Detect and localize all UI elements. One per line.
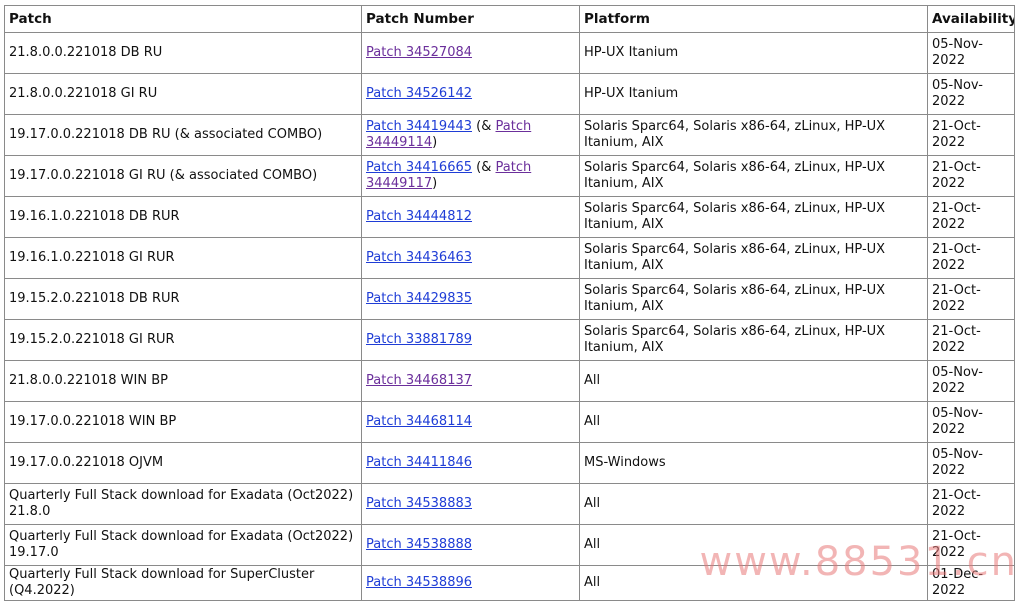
cell-patch-number: Patch 34538883 xyxy=(361,483,580,525)
table-row: 21.8.0.0.221018 GI RU Patch 34526142 HP-UX… xyxy=(4,73,1015,115)
patch-link[interactable]: Patch 34419443 xyxy=(366,119,472,134)
cell-patch-number: Patch 34538896 xyxy=(361,565,580,601)
cell-availability: 21-Oct-2022 xyxy=(927,196,1015,238)
cell-patch-number: Patch 34416665 (& Patch 34449117) xyxy=(361,155,580,197)
table-row: 19.17.0.0.221018 GI RU (& associated COM… xyxy=(4,155,1015,197)
table-row: Quarterly Full Stack download for Exadat… xyxy=(4,524,1015,566)
header-availability: Availability xyxy=(927,5,1015,33)
cell-platform: All xyxy=(579,360,928,402)
cell-patch-number: Patch 34444812 xyxy=(361,196,580,238)
table-row: 19.17.0.0.221018 WIN BP Patch 34468114 All… xyxy=(4,401,1015,443)
cell-patch: 21.8.0.0.221018 WIN BP xyxy=(4,360,362,402)
cell-availability: 21-Oct-2022 xyxy=(927,278,1015,320)
cell-availability: 21-Oct-2022 xyxy=(927,237,1015,279)
table-row: 21.8.0.0.221018 WIN BP Patch 34468137 All 0… xyxy=(4,360,1015,402)
cell-patch-number: Patch 34436463 xyxy=(361,237,580,279)
header-patch: Patch xyxy=(4,5,362,33)
patch-link[interactable]: Patch 34538888 xyxy=(366,537,472,552)
patch-link[interactable]: Patch 34538896 xyxy=(366,575,472,590)
patch-link-separator: (& xyxy=(472,119,496,134)
cell-patch-number: Patch 34538888 xyxy=(361,524,580,566)
cell-availability: 01-Dec-2022 xyxy=(927,565,1015,601)
header-row: Patch Patch Number Platform Availability xyxy=(4,5,1015,33)
cell-platform: Solaris Sparc64, Solaris x86-64, zLinux,… xyxy=(579,319,928,361)
cell-patch: Quarterly Full Stack download for Exadat… xyxy=(4,483,362,525)
cell-availability: 21-Oct-2022 xyxy=(927,155,1015,197)
cell-availability: 05-Nov-2022 xyxy=(927,32,1015,74)
cell-platform: HP-UX Itanium xyxy=(579,73,928,115)
cell-availability: 05-Nov-2022 xyxy=(927,401,1015,443)
table-body: 21.8.0.0.221018 DB RU Patch 34527084 HP-UX… xyxy=(4,32,1015,601)
cell-platform: All xyxy=(579,524,928,566)
table-row: Quarterly Full Stack download for Exadat… xyxy=(4,483,1015,525)
cell-patch: 21.8.0.0.221018 GI RU xyxy=(4,73,362,115)
table-row: 19.15.2.0.221018 GI RUR Patch 33881789 Sol… xyxy=(4,319,1015,361)
patch-link[interactable]: Patch 33881789 xyxy=(366,332,472,347)
header-platform: Platform xyxy=(579,5,928,33)
patch-link[interactable]: Patch 34429835 xyxy=(366,291,472,306)
cell-patch: 19.17.0.0.221018 GI RU (& associated COM… xyxy=(4,155,362,197)
cell-patch-number: Patch 34429835 xyxy=(361,278,580,320)
patch-link-separator: (& xyxy=(472,160,496,175)
cell-patch: Quarterly Full Stack download for Exadat… xyxy=(4,524,362,566)
table-row: 19.16.1.0.221018 GI RUR Patch 34436463 Sol… xyxy=(4,237,1015,279)
cell-availability: 05-Nov-2022 xyxy=(927,73,1015,115)
patch-link[interactable]: Patch 34468137 xyxy=(366,373,472,388)
patch-link-close: ) xyxy=(432,135,438,150)
cell-availability: 05-Nov-2022 xyxy=(927,442,1015,484)
patch-link[interactable]: Patch 34527084 xyxy=(366,45,472,60)
cell-patch: 19.15.2.0.221018 GI RUR xyxy=(4,319,362,361)
cell-availability: 05-Nov-2022 xyxy=(927,360,1015,402)
table-row: 19.17.0.0.221018 OJVM Patch 34411846 MS-Wi… xyxy=(4,442,1015,484)
cell-patch: 19.17.0.0.221018 OJVM xyxy=(4,442,362,484)
cell-platform: Solaris Sparc64, Solaris x86-64, zLinux,… xyxy=(579,278,928,320)
cell-availability: 21-Oct-2022 xyxy=(927,114,1015,156)
header-patch-number: Patch Number xyxy=(361,5,580,33)
cell-platform: MS-Windows xyxy=(579,442,928,484)
cell-availability: 21-Oct-2022 xyxy=(927,319,1015,361)
cell-platform: HP-UX Itanium xyxy=(579,32,928,74)
cell-patch: 19.17.0.0.221018 WIN BP xyxy=(4,401,362,443)
cell-platform: All xyxy=(579,565,928,601)
cell-platform: Solaris Sparc64, Solaris x86-64, zLinux,… xyxy=(579,237,928,279)
patch-link[interactable]: Patch 34436463 xyxy=(366,250,472,265)
cell-patch: 19.16.1.0.221018 GI RUR xyxy=(4,237,362,279)
cell-patch: 19.17.0.0.221018 DB RU (& associated COM… xyxy=(4,114,362,156)
patch-table: Patch Patch Number Platform Availability… xyxy=(4,5,1015,601)
patch-link[interactable]: Patch 34468114 xyxy=(366,414,472,429)
table-row: 19.17.0.0.221018 DB RU (& associated COM… xyxy=(4,114,1015,156)
cell-patch-number: Patch 34527084 xyxy=(361,32,580,74)
cell-patch-number: Patch 34468137 xyxy=(361,360,580,402)
cell-platform: Solaris Sparc64, Solaris x86-64, zLinux,… xyxy=(579,155,928,197)
patch-link[interactable]: Patch 34526142 xyxy=(366,86,472,101)
cell-availability: 21-Oct-2022 xyxy=(927,524,1015,566)
table-row: Quarterly Full Stack download for SuperC… xyxy=(4,565,1015,601)
patch-link[interactable]: Patch 34538883 xyxy=(366,496,472,511)
patch-link[interactable]: Patch 34411846 xyxy=(366,455,472,470)
cell-patch-number: Patch 34411846 xyxy=(361,442,580,484)
table-row: 19.16.1.0.221018 DB RUR Patch 34444812 Sol… xyxy=(4,196,1015,238)
cell-patch-number: Patch 33881789 xyxy=(361,319,580,361)
cell-patch: Quarterly Full Stack download for SuperC… xyxy=(4,565,362,601)
cell-patch: 21.8.0.0.221018 DB RU xyxy=(4,32,362,74)
cell-platform: Solaris Sparc64, Solaris x86-64, zLinux,… xyxy=(579,114,928,156)
cell-platform: All xyxy=(579,483,928,525)
cell-patch-number: Patch 34526142 xyxy=(361,73,580,115)
patch-link[interactable]: Patch 34416665 xyxy=(366,160,472,175)
cell-platform: All xyxy=(579,401,928,443)
cell-availability: 21-Oct-2022 xyxy=(927,483,1015,525)
table-row: 19.15.2.0.221018 DB RUR Patch 34429835 Sol… xyxy=(4,278,1015,320)
patch-link[interactable]: Patch 34444812 xyxy=(366,209,472,224)
cell-patch-number: Patch 34419443 (& Patch 34449114) xyxy=(361,114,580,156)
cell-patch: 19.15.2.0.221018 DB RUR xyxy=(4,278,362,320)
table-row: 21.8.0.0.221018 DB RU Patch 34527084 HP-UX… xyxy=(4,32,1015,74)
cell-platform: Solaris Sparc64, Solaris x86-64, zLinux,… xyxy=(579,196,928,238)
patch-link-close: ) xyxy=(432,176,438,191)
cell-patch-number: Patch 34468114 xyxy=(361,401,580,443)
cell-patch: 19.16.1.0.221018 DB RUR xyxy=(4,196,362,238)
